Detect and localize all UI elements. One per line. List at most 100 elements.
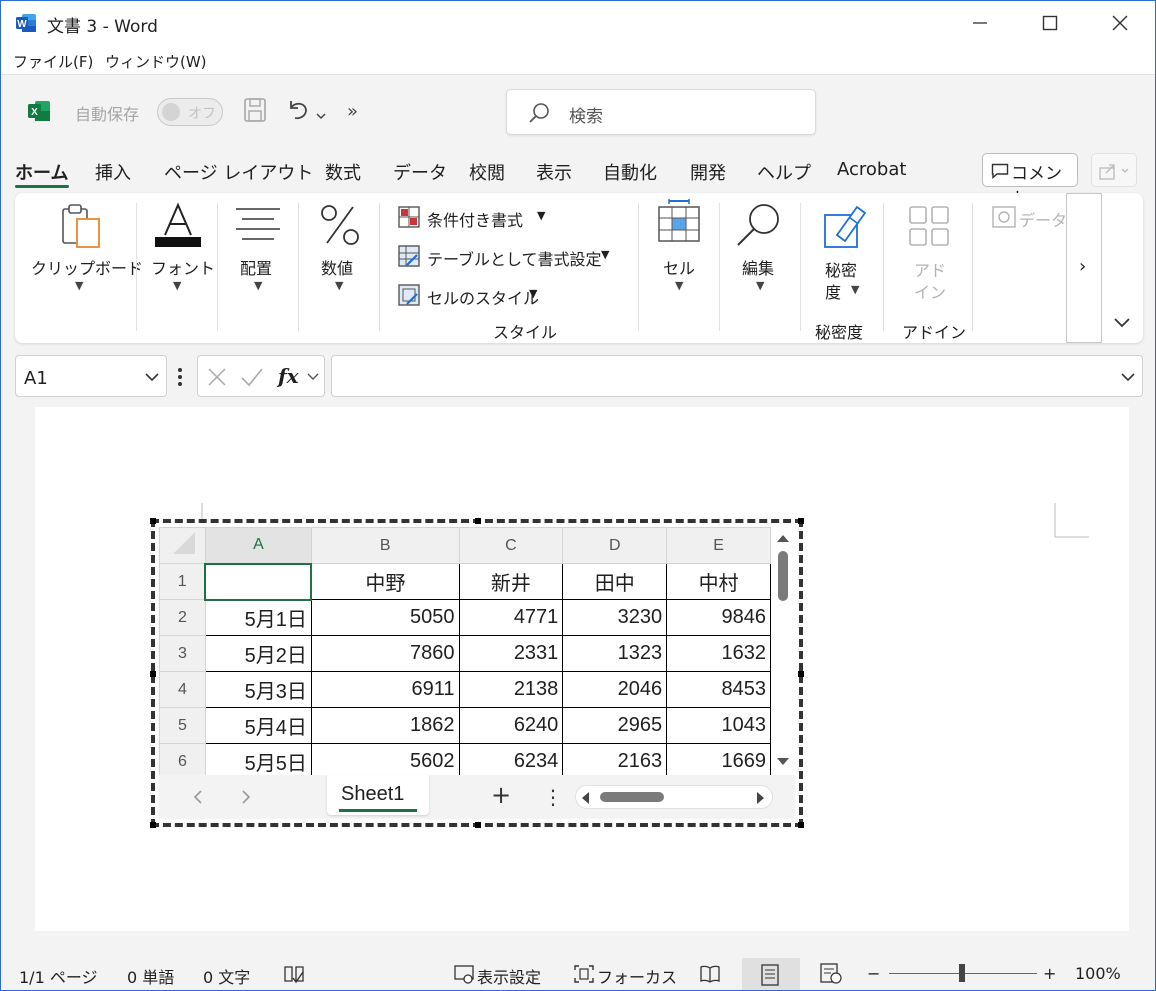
format-as-table-button[interactable]: テーブルとして書式設定 ▼ [397, 244, 627, 270]
cell[interactable]: 2331 [458, 635, 564, 672]
cell[interactable]: 2046 [562, 671, 668, 708]
display-settings-button[interactable]: 表示設定 [477, 964, 541, 988]
data-analysis-group[interactable]: データ [989, 193, 1065, 343]
menu-file[interactable]: ファイル(F) [13, 51, 93, 72]
save-icon[interactable] [243, 97, 267, 127]
ribbon-expand-button[interactable] [1113, 313, 1131, 332]
cell[interactable]: 7860 [310, 635, 460, 672]
close-button[interactable] [1085, 1, 1155, 45]
tab-data[interactable]: データ [393, 159, 447, 185]
display-settings-icon[interactable] [453, 964, 475, 984]
cell-e1[interactable]: 中村 [666, 563, 771, 600]
row-header[interactable]: 4 [159, 671, 206, 708]
cell[interactable]: 6234 [458, 743, 564, 775]
cell[interactable]: 5602 [310, 743, 460, 775]
cell[interactable]: 6911 [310, 671, 460, 708]
previous-sheet-icon[interactable] [191, 789, 205, 805]
row-header[interactable]: 6 [159, 743, 206, 775]
resize-handle[interactable] [798, 822, 804, 828]
read-mode-icon[interactable] [699, 964, 721, 984]
tab-home[interactable]: ホーム [15, 159, 68, 185]
sheet-tab[interactable]: Sheet1 [327, 775, 429, 815]
resize-handle[interactable] [798, 518, 804, 524]
formula-bar-grip-icon[interactable] [177, 367, 183, 391]
tab-help[interactable]: ヘルプ [757, 159, 811, 185]
editing-group[interactable]: 編集 ▼ [720, 193, 800, 343]
cell[interactable]: 4771 [458, 599, 564, 636]
cell[interactable]: 3230 [562, 599, 668, 636]
column-header[interactable]: E [666, 527, 771, 564]
tab-view[interactable]: 表示 [536, 159, 572, 185]
cell-d1[interactable]: 田中 [562, 563, 668, 600]
clipboard-group[interactable]: クリップボード ▼ [15, 193, 143, 343]
cell[interactable]: 1862 [310, 707, 460, 744]
sensitivity-group[interactable]: 秘密 度 ▼ 秘密度 [801, 193, 883, 343]
focus-icon[interactable] [573, 964, 595, 984]
share-button[interactable] [1091, 153, 1137, 187]
print-layout-view-button[interactable] [742, 958, 800, 990]
cell[interactable]: 1669 [666, 743, 771, 775]
resize-handle[interactable] [475, 518, 481, 524]
cell[interactable]: 2965 [562, 707, 668, 744]
alignment-group[interactable]: 配置 ▼ [218, 193, 298, 343]
menu-window[interactable]: ウィンドウ(W) [105, 51, 207, 72]
proofing-icon[interactable] [283, 964, 305, 984]
cell-a1[interactable] [204, 562, 313, 601]
maximize-button[interactable] [1015, 1, 1085, 45]
cell[interactable]: 1323 [562, 635, 668, 672]
autosave-toggle[interactable]: オフ [157, 98, 223, 126]
more-commands-button[interactable]: » [347, 101, 358, 122]
undo-dropdown-icon[interactable] [315, 105, 327, 124]
cell[interactable]: 5月2日 [204, 635, 312, 672]
column-header[interactable]: C [458, 527, 564, 564]
worksheet-grid[interactable]: A B C D E 1 中野 新井 田中 中村 2 5月1日 5050 4771… [159, 527, 771, 775]
tab-automate[interactable]: 自動化 [603, 159, 657, 185]
conditional-formatting-button[interactable]: 条件付き書式 ▼ [397, 205, 627, 231]
vertical-scrollbar[interactable] [771, 527, 795, 775]
zoom-in-button[interactable]: + [1043, 964, 1056, 983]
cell[interactable]: 1632 [666, 635, 771, 672]
tab-review[interactable]: 校閲 [469, 159, 505, 185]
ribbon-scroll-right-button[interactable]: › [1066, 193, 1102, 343]
resize-handle[interactable] [798, 671, 804, 677]
tab-insert[interactable]: 挿入 [95, 159, 131, 185]
cells-group[interactable]: セル ▼ [639, 193, 719, 343]
zoom-slider-thumb[interactable] [959, 964, 965, 982]
page-count[interactable]: 1/1 ページ [19, 964, 98, 988]
row-header[interactable]: 1 [159, 563, 206, 600]
cell[interactable]: 1043 [666, 707, 771, 744]
cell[interactable]: 6240 [458, 707, 564, 744]
tab-formulas[interactable]: 数式 [325, 159, 361, 185]
resize-handle[interactable] [475, 822, 481, 828]
row-header[interactable]: 5 [159, 707, 206, 744]
zoom-out-button[interactable]: − [867, 964, 880, 983]
cell[interactable]: 5月1日 [204, 599, 312, 636]
select-all-corner[interactable] [159, 527, 206, 564]
insert-function-button[interactable]: fx [278, 364, 299, 388]
focus-button[interactable]: フォーカス [597, 964, 677, 988]
column-header[interactable]: B [310, 527, 460, 564]
word-count[interactable]: 0 単語 [127, 964, 174, 988]
cell[interactable]: 5月4日 [204, 707, 312, 744]
undo-icon[interactable] [285, 97, 311, 127]
cell[interactable]: 5月3日 [204, 671, 312, 708]
formula-input[interactable] [331, 355, 1143, 397]
cell-b1[interactable]: 中野 [310, 563, 460, 600]
tab-acrobat[interactable]: Acrobat [837, 159, 906, 180]
comment-button[interactable]: コメント [982, 153, 1078, 209]
char-count[interactable]: 0 文字 [203, 964, 250, 988]
number-group[interactable]: 数値 ▼ [299, 193, 379, 343]
resize-handle[interactable] [150, 822, 156, 828]
cell[interactable]: 5050 [310, 599, 460, 636]
cell-styles-button[interactable]: セルのスタイル ▼ [397, 283, 627, 309]
row-header[interactable]: 2 [159, 599, 206, 636]
font-group[interactable]: フォント ▼ [137, 193, 217, 343]
web-layout-icon[interactable] [819, 963, 843, 985]
add-sheet-button[interactable]: + [491, 781, 511, 809]
cell[interactable]: 2138 [458, 671, 564, 708]
vertical-scroll-thumb[interactable] [778, 551, 788, 601]
cell[interactable]: 2163 [562, 743, 668, 775]
column-header[interactable]: A [204, 527, 312, 565]
cell-c1[interactable]: 新井 [458, 563, 564, 600]
sheet-options-button[interactable]: ⋮ [543, 785, 563, 809]
